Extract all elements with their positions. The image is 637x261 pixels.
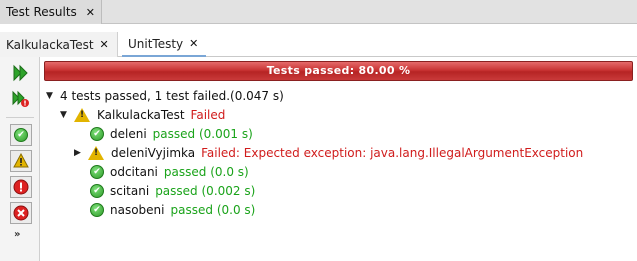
test-status: passed — [170, 203, 213, 217]
error-icon — [13, 179, 29, 195]
test-row[interactable]: ▶ deleniVyjimka Failed: Expected excepti… — [74, 143, 583, 163]
show-failed-toggle[interactable] — [10, 150, 32, 172]
passed-icon: ✔ — [90, 127, 104, 141]
tab-unittesty[interactable]: UnitTesty ✕ — [122, 32, 206, 57]
test-status: passed — [155, 184, 198, 198]
tab-kalkulackatest[interactable]: KalkulackaTest ✕ — [0, 32, 118, 57]
test-name: nasobeni — [110, 203, 165, 217]
test-time: (0.0 s) — [216, 203, 256, 217]
abort-icon — [13, 205, 29, 221]
test-name: scitani — [110, 184, 150, 198]
suite-status: Failed — [190, 108, 226, 122]
test-status: Failed: Expected exception: java.lang.Il… — [201, 146, 584, 160]
results-tab-strip: KalkulackaTest ✕ UnitTesty ✕ — [0, 24, 637, 57]
summary-text: 4 tests passed, 1 test failed.(0.047 s) — [60, 89, 284, 103]
rerun-icon — [13, 64, 28, 82]
progress-text: Tests passed: 80.00 % — [266, 64, 411, 77]
toolbar-separator — [6, 117, 34, 118]
close-icon[interactable]: ✕ — [100, 38, 109, 51]
warning-icon — [13, 153, 29, 168]
warning-icon — [74, 108, 90, 122]
test-time: (0.002 s) — [201, 184, 256, 198]
show-aborted-toggle[interactable] — [10, 202, 32, 224]
summary-row[interactable]: ▼ 4 tests passed, 1 test failed.(0.047 s… — [46, 86, 290, 106]
test-time: (0.0 s) — [210, 165, 249, 179]
test-name: deleniVyjimka — [111, 146, 196, 160]
expand-arrow-icon[interactable]: ▶ — [74, 148, 84, 158]
passed-icon: ✔ — [14, 128, 28, 142]
more-icon[interactable]: » — [14, 229, 21, 240]
test-row[interactable]: ✔ scitani passed (0.002 s) — [90, 181, 255, 201]
test-time: (0.001 s) — [198, 127, 253, 141]
collapse-arrow-icon[interactable]: ▼ — [60, 110, 70, 120]
test-row[interactable]: ✔ deleni passed (0.001 s) — [90, 124, 253, 144]
close-icon[interactable]: ✕ — [189, 37, 198, 50]
tab-label: UnitTesty — [128, 36, 184, 51]
test-row[interactable]: ✔ odcitani passed (0.0 s) — [90, 162, 249, 182]
collapse-arrow-icon[interactable]: ▼ — [46, 91, 56, 101]
window-tab-bar: Test Results ✕ — [0, 0, 637, 24]
test-name: deleni — [110, 127, 147, 141]
test-status: passed — [163, 165, 207, 179]
suite-row[interactable]: ▼ KalkulackaTest Failed — [60, 105, 225, 125]
test-row[interactable]: ✔ nasobeni passed (0.0 s) — [90, 200, 255, 220]
tests-passed-progress-bar: Tests passed: 80.00 % — [44, 61, 633, 81]
close-icon[interactable]: ✕ — [86, 6, 95, 19]
passed-icon: ✔ — [90, 203, 104, 217]
passed-icon: ✔ — [90, 184, 104, 198]
warning-icon — [88, 146, 104, 160]
rerun-failed-button[interactable] — [10, 88, 32, 110]
tab-label: KalkulackaTest — [6, 37, 94, 52]
show-errors-toggle[interactable] — [10, 176, 32, 198]
rerun-all-button[interactable] — [10, 62, 32, 84]
test-name: odcitani — [110, 165, 158, 179]
passed-icon: ✔ — [90, 165, 104, 179]
window-tab-test-results[interactable]: Test Results ✕ — [0, 0, 102, 24]
test-status: passed — [152, 127, 196, 141]
test-toolbar: ✔ » — [0, 57, 40, 261]
rerun-failed-icon — [12, 90, 29, 107]
window-tab-label: Test Results — [6, 5, 77, 19]
suite-name: KalkulackaTest — [97, 108, 185, 122]
show-passed-toggle[interactable]: ✔ — [10, 124, 32, 146]
